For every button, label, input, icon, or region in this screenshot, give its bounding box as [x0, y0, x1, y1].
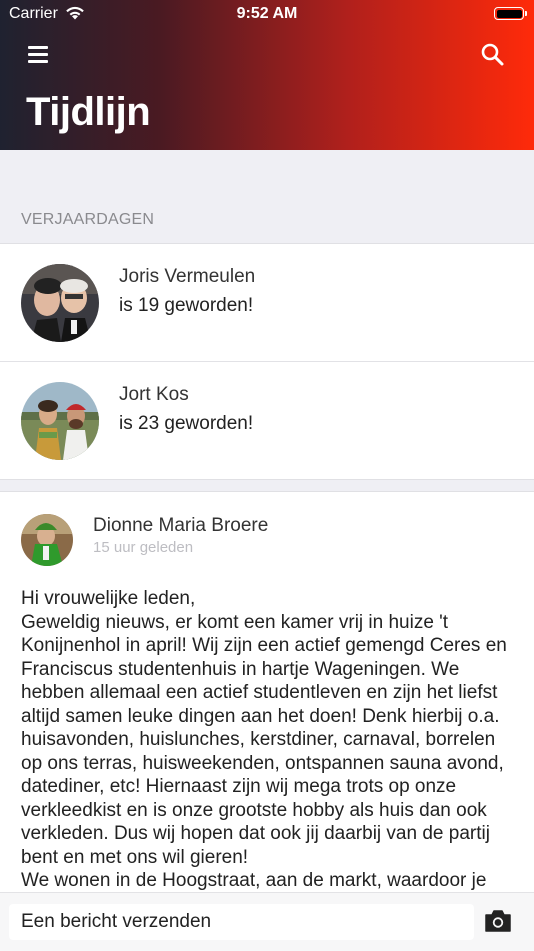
birthdays-section-title: VERJAARDAGEN	[21, 211, 155, 228]
message-input-placeholder: Een bericht verzenden	[21, 911, 212, 932]
avatar	[21, 382, 99, 460]
message-composer: Een bericht verzenden	[0, 892, 534, 951]
birthday-message: is 19 geworden!	[119, 295, 254, 316]
page-title: Tijdlijn	[26, 90, 151, 134]
post-body: Hi vrouwelijke leden, Geweldig nieuws, e…	[21, 588, 507, 891]
status-time: 9:52 AM	[236, 5, 298, 22]
birthday-message: is 23 geworden!	[119, 413, 254, 434]
post-author: Dionne Maria Broere	[93, 515, 269, 536]
search-icon[interactable]	[480, 42, 506, 68]
birthday-row[interactable]: Jort Kos is 23 geworden!	[0, 361, 534, 479]
avatar	[21, 264, 99, 342]
menu-icon	[28, 46, 48, 49]
post-timestamp: 15 uur geleden	[93, 539, 194, 556]
battery-icon	[494, 7, 527, 20]
birthday-name: Jort Kos	[119, 384, 189, 405]
camera-icon[interactable]	[484, 909, 512, 933]
menu-button[interactable]	[26, 44, 52, 66]
header: Carrier 9:52 AM Tijdlijn	[0, 0, 534, 150]
message-input[interactable]: Een bericht verzenden	[9, 904, 474, 940]
birthday-list: Joris Vermeulen is 19 geworden! Jort Kos…	[0, 243, 534, 480]
birthday-row[interactable]: Joris Vermeulen is 19 geworden!	[0, 244, 534, 361]
timeline-post[interactable]: Dionne Maria Broere 15 uur geleden Hi vr…	[0, 491, 534, 912]
avatar	[21, 514, 73, 566]
birthday-name: Joris Vermeulen	[119, 266, 256, 287]
status-bar: Carrier 9:52 AM	[0, 0, 534, 28]
